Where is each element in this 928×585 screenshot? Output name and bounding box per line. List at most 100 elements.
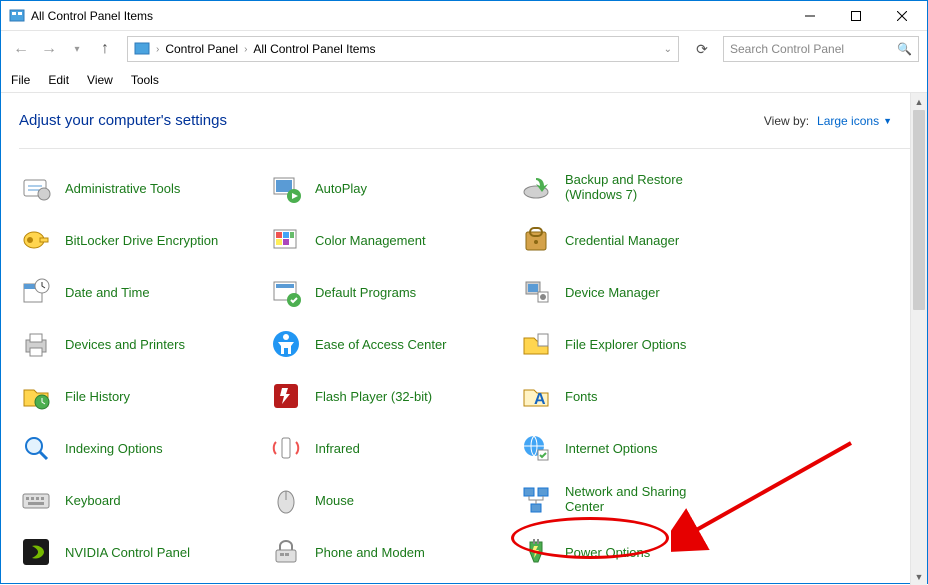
cpl-item-label: File History bbox=[65, 389, 130, 404]
admin-tools-icon bbox=[19, 171, 53, 205]
cpl-item-label: File Explorer Options bbox=[565, 337, 686, 352]
keyboard-icon bbox=[19, 483, 53, 517]
search-box[interactable]: 🔍 bbox=[723, 36, 919, 62]
cpl-item-power[interactable]: Power Options bbox=[519, 535, 890, 569]
breadcrumb-current[interactable]: All Control Panel Items bbox=[253, 42, 375, 56]
up-button[interactable]: ↑ bbox=[93, 37, 117, 61]
close-button[interactable] bbox=[879, 1, 925, 31]
cpl-item-infrared[interactable]: Infrared bbox=[269, 431, 519, 465]
cpl-item-flash[interactable]: Flash Player (32-bit) bbox=[269, 379, 519, 413]
indexing-icon bbox=[19, 431, 53, 465]
cpl-item-label: Indexing Options bbox=[65, 441, 163, 456]
cpl-item-deviceman[interactable]: Device Manager bbox=[519, 275, 890, 309]
phone-icon bbox=[269, 535, 303, 569]
cpl-item-label: Mouse bbox=[315, 493, 354, 508]
recent-locations-button[interactable]: ▾ bbox=[65, 37, 89, 61]
cpl-item-label: Backup and Restore(Windows 7) bbox=[565, 173, 683, 203]
chevron-down-icon: ▼ bbox=[883, 116, 892, 126]
backup-icon bbox=[519, 171, 553, 205]
cpl-item-fileexp[interactable]: File Explorer Options bbox=[519, 327, 890, 361]
cpl-item-defaultprog[interactable]: Default Programs bbox=[269, 275, 519, 309]
menu-file[interactable]: File bbox=[11, 73, 30, 87]
titlebar: All Control Panel Items bbox=[1, 1, 927, 31]
cpl-item-label: Keyboard bbox=[65, 493, 121, 508]
back-button[interactable]: ← bbox=[9, 37, 33, 61]
cpl-item-label: Internet Options bbox=[565, 441, 658, 456]
cpl-item-label: Administrative Tools bbox=[65, 181, 180, 196]
menu-bar: File Edit View Tools bbox=[1, 67, 927, 93]
menu-view[interactable]: View bbox=[87, 73, 113, 87]
cpl-item-bitlocker[interactable]: BitLocker Drive Encryption bbox=[19, 223, 269, 257]
cpl-item-label: AutoPlay bbox=[315, 181, 367, 196]
mouse-icon bbox=[269, 483, 303, 517]
menu-edit[interactable]: Edit bbox=[48, 73, 69, 87]
cpl-item-backup[interactable]: Backup and Restore(Windows 7) bbox=[519, 171, 890, 205]
search-input[interactable] bbox=[730, 42, 897, 56]
cpl-item-label: Phone and Modem bbox=[315, 545, 425, 560]
scroll-thumb[interactable] bbox=[913, 110, 925, 310]
cpl-item-mouse[interactable]: Mouse bbox=[269, 483, 519, 517]
cpl-item-label: Default Programs bbox=[315, 285, 416, 300]
cpl-item-autoplay[interactable]: AutoPlay bbox=[269, 171, 519, 205]
search-icon: 🔍 bbox=[897, 42, 912, 56]
menu-tools[interactable]: Tools bbox=[131, 73, 159, 87]
ease-icon bbox=[269, 327, 303, 361]
cpl-item-fonts[interactable]: AFonts bbox=[519, 379, 890, 413]
window-title: All Control Panel Items bbox=[31, 9, 153, 23]
cpl-item-indexing[interactable]: Indexing Options bbox=[19, 431, 269, 465]
maximize-button[interactable] bbox=[833, 1, 879, 31]
cpl-item-nvidia[interactable]: NVIDIA Control Panel bbox=[19, 535, 269, 569]
forward-button[interactable]: → bbox=[37, 37, 61, 61]
cpl-item-credential[interactable]: Credential Manager bbox=[519, 223, 890, 257]
internet-icon bbox=[519, 431, 553, 465]
window-controls bbox=[787, 1, 925, 31]
cpl-item-phone[interactable]: Phone and Modem bbox=[269, 535, 519, 569]
nav-toolbar: ← → ▾ ↑ › Control Panel › All Control Pa… bbox=[1, 31, 927, 67]
deviceman-icon bbox=[519, 275, 553, 309]
cpl-item-network[interactable]: Network and SharingCenter bbox=[519, 483, 890, 517]
devprint-icon bbox=[19, 327, 53, 361]
cpl-item-label: Devices and Printers bbox=[65, 337, 185, 352]
view-by: View by: Large icons ▼ bbox=[764, 114, 892, 128]
cpl-item-datetime[interactable]: Date and Time bbox=[19, 275, 269, 309]
cpl-item-internet[interactable]: Internet Options bbox=[519, 431, 890, 465]
cpl-item-ease[interactable]: Ease of Access Center bbox=[269, 327, 519, 361]
minimize-button[interactable] bbox=[787, 1, 833, 31]
scroll-up-button[interactable]: ▲ bbox=[911, 93, 927, 110]
cpl-item-filehist[interactable]: File History bbox=[19, 379, 269, 413]
view-by-dropdown[interactable]: Large icons ▼ bbox=[817, 114, 892, 128]
autoplay-icon bbox=[269, 171, 303, 205]
breadcrumb-expand[interactable]: ⌄ bbox=[664, 44, 672, 55]
cpl-item-label: Color Management bbox=[315, 233, 426, 248]
view-by-value: Large icons bbox=[817, 114, 879, 128]
cpl-item-label: NVIDIA Control Panel bbox=[65, 545, 190, 560]
cpl-item-label: Flash Player (32-bit) bbox=[315, 389, 432, 404]
page-heading: Adjust your computer's settings bbox=[19, 112, 227, 129]
power-icon bbox=[519, 535, 553, 569]
scroll-down-button[interactable]: ▼ bbox=[911, 568, 927, 585]
cpl-item-label: Network and SharingCenter bbox=[565, 485, 686, 515]
body: Adjust your computer's settings View by:… bbox=[1, 93, 927, 585]
header-strip: Adjust your computer's settings View by:… bbox=[19, 93, 910, 149]
items-grid: Administrative Tools AutoPlay Backup and R… bbox=[19, 149, 910, 569]
breadcrumb-root[interactable]: Control Panel bbox=[165, 42, 238, 56]
scroll-track[interactable] bbox=[911, 110, 927, 568]
nvidia-icon bbox=[19, 535, 53, 569]
cpl-item-keyboard[interactable]: Keyboard bbox=[19, 483, 269, 517]
bitlocker-icon bbox=[19, 223, 53, 257]
vertical-scrollbar[interactable]: ▲ ▼ bbox=[910, 93, 927, 585]
cpl-item-admin-tools[interactable]: Administrative Tools bbox=[19, 171, 269, 205]
chevron-right-icon: › bbox=[156, 44, 159, 55]
cpl-item-label: Credential Manager bbox=[565, 233, 679, 248]
refresh-button[interactable]: ⟳ bbox=[689, 36, 715, 62]
fonts-icon: A bbox=[519, 379, 553, 413]
chevron-right-icon: › bbox=[244, 44, 247, 55]
cpl-item-label: Ease of Access Center bbox=[315, 337, 447, 352]
cpl-item-label: Infrared bbox=[315, 441, 360, 456]
cpl-item-label: Power Options bbox=[565, 545, 650, 560]
cpl-item-devprint[interactable]: Devices and Printers bbox=[19, 327, 269, 361]
fileexp-icon bbox=[519, 327, 553, 361]
breadcrumb[interactable]: › Control Panel › All Control Panel Item… bbox=[127, 36, 679, 62]
cpl-item-label: Device Manager bbox=[565, 285, 660, 300]
cpl-item-color[interactable]: Color Management bbox=[269, 223, 519, 257]
